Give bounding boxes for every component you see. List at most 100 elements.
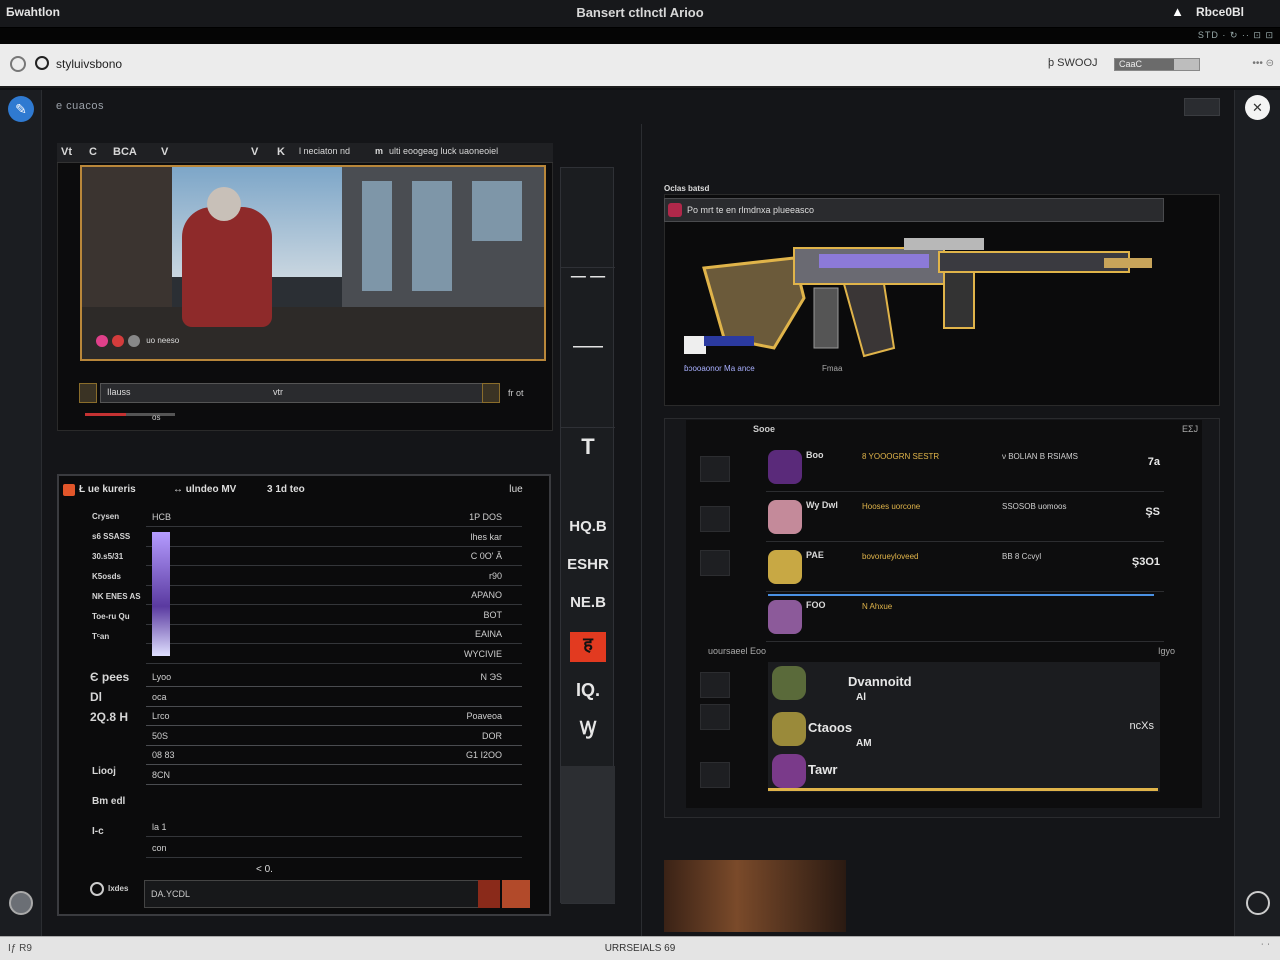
window-titlebar: Бwahtlon Bansert ctlnctl Arioo ▲ Rbce0Bl (0, 0, 1280, 28)
table-footer-action-1[interactable] (478, 880, 500, 908)
table-row-label: NK ENES AS (92, 592, 141, 601)
video-tool-0[interactable]: Vt (61, 146, 72, 158)
video-tool-4[interactable]: V (251, 146, 258, 158)
video-control-label: Ilauss (107, 387, 131, 397)
table-tool-1[interactable]: ↔ ulndeo MV (173, 484, 236, 495)
table-tool-3[interactable]: ǀue (509, 484, 523, 495)
table-footer-action-2[interactable] (502, 880, 530, 908)
list-item[interactable]: FOO N Ahxue (766, 592, 1164, 642)
url-field[interactable]: styluivsbono (56, 57, 122, 71)
table-row[interactable]: HCB 1P DOS (146, 508, 522, 527)
close-icon[interactable]: ✕ (1245, 95, 1270, 120)
item-icon (768, 450, 802, 484)
table-row[interactable]: la 1 (146, 818, 522, 837)
table-group-label: Liooj (92, 766, 116, 777)
list-item[interactable]: PAE bovorueyloveed BB 8 Ccvyl Ş3O1 (766, 542, 1164, 592)
video-progress[interactable] (85, 413, 175, 416)
table-row[interactable]: BOT (146, 606, 522, 625)
video-controls[interactable]: Ilauss vtr (100, 383, 496, 403)
table-row-label: Tᶜan (92, 632, 110, 641)
table-app-icon (63, 484, 75, 496)
gun-panel-header: Oclas batsd (664, 184, 710, 193)
strip-item-3[interactable]: HQ.B (561, 518, 615, 535)
compose-icon[interactable]: ✎ (8, 96, 34, 122)
list-side-box[interactable] (700, 550, 730, 576)
friend-row[interactable]: Ctaoos AM ncXs (768, 710, 1160, 750)
search-button[interactable]: ϸ SWOOJ (1048, 57, 1098, 69)
table-row[interactable]: APANO (146, 586, 522, 605)
table-tool-2[interactable]: 3 1d teo (267, 484, 305, 495)
rifle-image (684, 228, 1154, 378)
table-row[interactable]: Lyoo N ЭS (146, 668, 522, 687)
friend-avatar (772, 754, 806, 788)
table-row[interactable]: r90 (146, 567, 522, 586)
item-preview-bar: Po mrt te en rlmdnxa plueeasco (664, 198, 1164, 222)
table-row[interactable]: WYCIVIE (146, 645, 522, 664)
table-cell-b: BOT (483, 609, 502, 620)
table-row[interactable]: con (146, 839, 522, 858)
list-item[interactable]: Wy Dwl Hooses uorcone SSOSOB uomoos ŞS (766, 492, 1164, 542)
list-side-box[interactable] (700, 506, 730, 532)
section2-header-right[interactable]: Igyo (1158, 646, 1175, 656)
table-row[interactable]: 08 83 G1 I2OO (146, 746, 522, 765)
table-row[interactable]: C 0O' Ă (146, 547, 522, 566)
table-row[interactable]: oca (146, 688, 522, 707)
refresh-icon[interactable] (1246, 891, 1270, 915)
video-player[interactable]: uo neeso (80, 165, 546, 361)
item-icon (768, 600, 802, 634)
strip-item-8[interactable]: Ꝡ (561, 716, 615, 740)
table-cell-a: HCB (152, 512, 172, 522)
list-side-box[interactable] (700, 762, 730, 788)
item-close-icon[interactable] (668, 203, 682, 217)
strip-item-7[interactable]: IQ. (561, 680, 615, 701)
volume-icon[interactable] (482, 383, 500, 403)
table-row[interactable]: 50S DOR (146, 727, 522, 746)
user-name[interactable]: Rbce0Bl (1196, 5, 1244, 19)
list-side-box[interactable] (700, 672, 730, 698)
table-cell-a: con (152, 843, 167, 853)
toolbar-chips[interactable]: STD · ↻ ·· ⊡ ⊡ (1198, 30, 1274, 41)
play-icon[interactable] (79, 383, 97, 403)
table-footer-input[interactable]: DA.YCDL (144, 880, 500, 908)
video-tool-6: l neciaton nd (299, 146, 351, 156)
strip-item-2[interactable]: T (561, 434, 615, 460)
friend-row[interactable]: Tawr (768, 752, 1160, 792)
strip-item-1[interactable]: —— (561, 338, 615, 355)
table-row[interactable]: 8CN (146, 766, 522, 785)
layout-toggle-button[interactable] (1184, 98, 1220, 116)
video-tool-3[interactable]: V (161, 146, 168, 158)
right-rail (1234, 90, 1280, 936)
strip-item-5[interactable]: NE.B (561, 594, 615, 611)
table-footer-left: Ixdes (108, 884, 129, 893)
table-cell-a: 8CN (152, 769, 171, 780)
address-tail-icons[interactable]: ••• ⊝ (1252, 58, 1274, 69)
table-cell-a: 50S (152, 730, 169, 741)
list-item-t4: Ş3O1 (1131, 556, 1160, 568)
settings-icon[interactable] (9, 891, 33, 915)
strip-item-4[interactable]: ESHR (561, 556, 615, 573)
list-item-t2: bovorueyloveed (862, 552, 919, 561)
list-side-box[interactable] (700, 456, 730, 482)
video-tool-5[interactable]: K (277, 146, 285, 158)
list-item[interactable]: Boo 8 YOOOGRN SESTR ν BOLIAN B RSIAMS 7a (766, 442, 1164, 492)
video-tool-1[interactable]: C (89, 146, 97, 158)
video-tool-2[interactable]: BCA (113, 146, 137, 158)
friend-avatar (772, 666, 806, 700)
friend-row[interactable]: Dvannoitd Al (768, 664, 1160, 704)
table-row[interactable]: EAINA (146, 625, 522, 644)
reload-icon[interactable] (10, 56, 26, 72)
table-cell-a: la 1 (152, 822, 167, 832)
friends-underline (768, 788, 1158, 791)
table-row-label: Toe-ru Qu (92, 612, 130, 621)
list-header-right[interactable]: EΣJ (1182, 424, 1198, 434)
user-icon[interactable]: ▲ (1171, 4, 1184, 19)
table-row[interactable]: Lrco Poaveoa (146, 707, 522, 726)
list-item-t2: N Ahxue (862, 602, 893, 611)
table-row[interactable]: lhes kar (146, 528, 522, 547)
item-preview-text: Po mrt te en rlmdnxa plueeasco (687, 205, 815, 215)
scene-thumbnail[interactable] (664, 860, 846, 932)
list-side-box[interactable] (700, 704, 730, 730)
friend-name: Dvannoitd (848, 674, 912, 689)
table-tool-0[interactable]: Ł ue kureris (79, 484, 136, 495)
strip-item-6[interactable]: ह (570, 632, 606, 662)
